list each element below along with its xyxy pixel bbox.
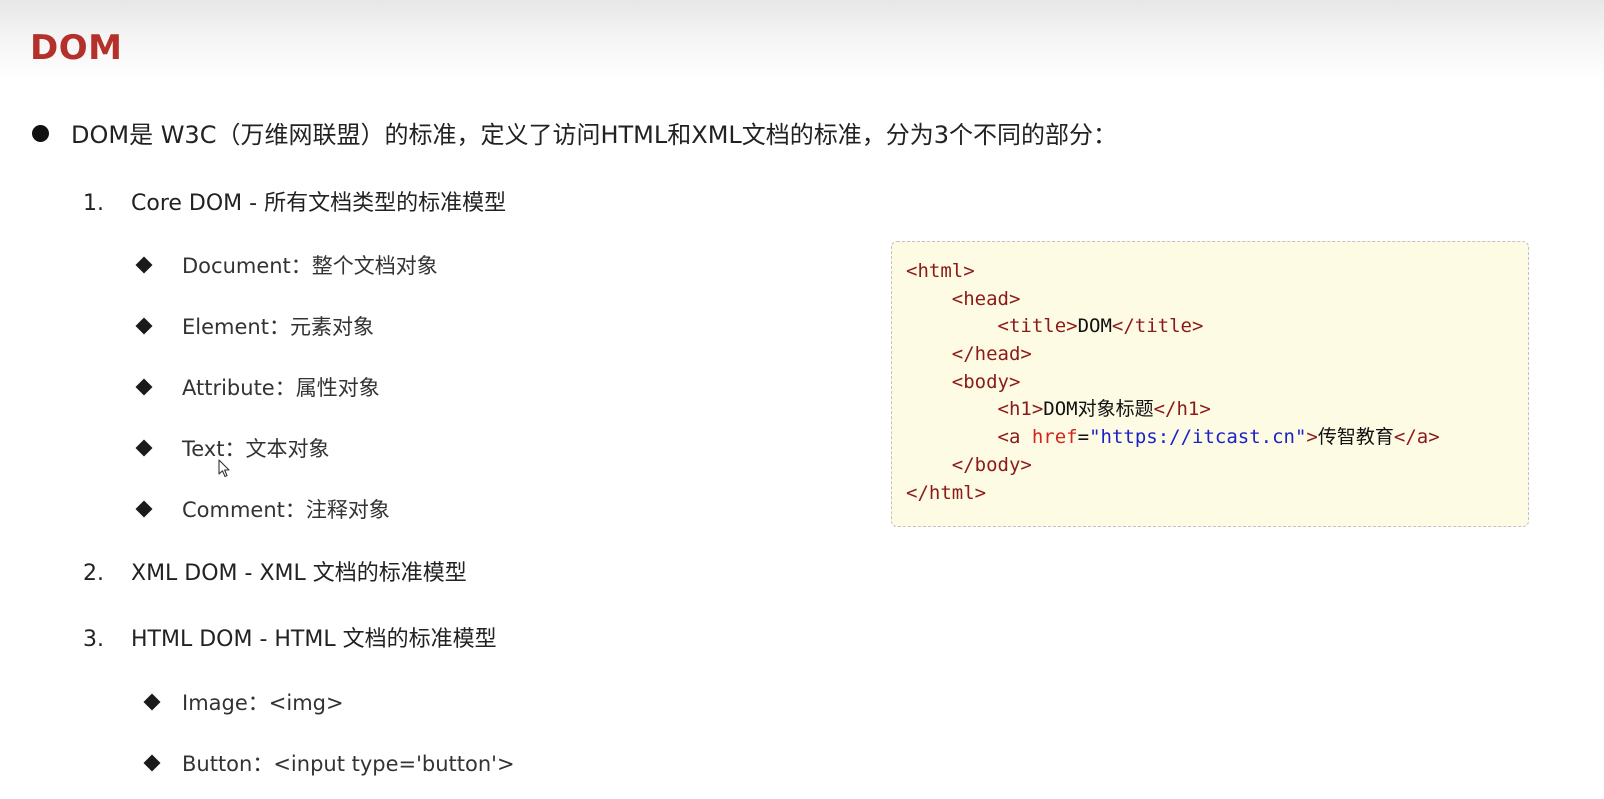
diamond-bullet-icon (143, 693, 161, 711)
list-item-text: Button：<input type='button'> (182, 752, 515, 776)
code-tag: </body> (951, 454, 1032, 476)
diamond-bullet-icon (135, 317, 153, 335)
diamond-bullet-icon (143, 754, 161, 772)
code-attribute: href (1031, 426, 1078, 448)
list-item-text: Element：元素对象 (182, 315, 374, 339)
code-tag: <html> (906, 260, 975, 282)
list-number: 2. (83, 561, 104, 586)
code-tag: </a> (1393, 426, 1440, 448)
code-line: </html> (906, 480, 986, 506)
slide-title: DOM (30, 28, 123, 68)
part-label: XML DOM - XML 文档的标准模型 (131, 561, 467, 586)
code-tag: > (1306, 426, 1318, 448)
code-tag: <body> (951, 371, 1021, 393)
list-number: 1. (83, 191, 104, 216)
list-number: 3. (83, 627, 104, 652)
code-tag: </title> (1111, 315, 1204, 337)
code-tag: <title> (997, 315, 1078, 337)
code-text: DOM对象标题 (1043, 398, 1154, 420)
code-line: <body> (906, 369, 1021, 395)
code-string: "https://itcast.cn" (1089, 426, 1307, 448)
code-line: </head> (906, 341, 1032, 367)
diamond-bullet-icon (135, 500, 153, 518)
code-tag: </html> (906, 482, 987, 504)
intro-text: DOM是 W3C（万维网联盟）的标准，定义了访问HTML和XML文档的标准，分为… (71, 121, 1118, 149)
slide-header-band (0, 0, 1604, 82)
diamond-bullet-icon (135, 378, 153, 396)
list-item-text: Text：文本对象 (182, 437, 330, 461)
code-tag: <a (997, 426, 1032, 448)
part-label: HTML DOM - HTML 文档的标准模型 (131, 627, 497, 652)
code-tag: </head> (951, 343, 1032, 365)
code-line: <head> (906, 286, 1021, 312)
code-text: 传智教育 (1317, 426, 1394, 448)
code-line: </body> (906, 452, 1032, 478)
code-text: = (1077, 426, 1090, 448)
code-tag: <h1> (997, 398, 1044, 420)
code-tag: </h1> (1153, 398, 1211, 420)
code-line: <h1>DOM对象标题</h1> (906, 396, 1211, 422)
diamond-bullet-icon (135, 439, 153, 457)
list-item-text: Image：<img> (182, 691, 344, 715)
code-line: <html> (906, 258, 975, 284)
mouse-pointer-icon (218, 459, 230, 478)
circle-bullet-icon (32, 125, 49, 142)
diamond-bullet-icon (135, 256, 153, 274)
code-text: DOM (1077, 315, 1112, 337)
intro-bullet: DOM是 W3C（万维网联盟）的标准，定义了访问HTML和XML文档的标准，分为… (32, 120, 1552, 150)
part-label: Core DOM - 所有文档类型的标准模型 (131, 191, 507, 216)
code-tag: <head> (951, 288, 1021, 310)
code-line: <a href="https://itcast.cn">传智教育</a> (906, 424, 1440, 450)
list-item-text: Attribute：属性对象 (182, 376, 380, 400)
code-example-box: <html> <head> <title>DOM</title> </head>… (891, 241, 1529, 527)
code-line: <title>DOM</title> (906, 313, 1204, 339)
list-item-text: Document：整个文档对象 (182, 254, 438, 278)
list-item-text: Comment：注释对象 (182, 498, 390, 522)
